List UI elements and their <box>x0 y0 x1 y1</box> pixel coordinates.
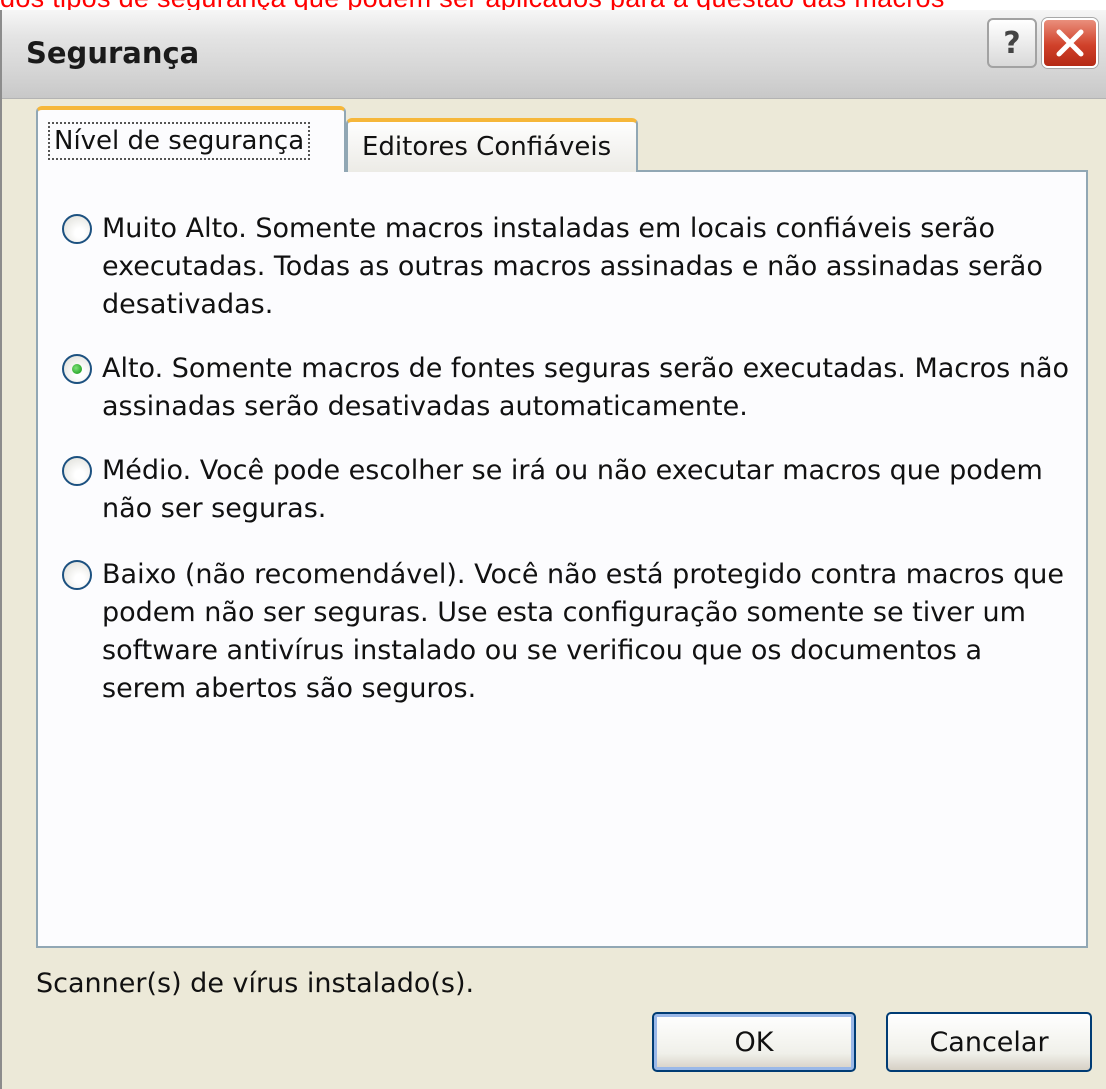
security-dialog: Segurança ? Nível de segurança Editores … <box>0 10 1106 1089</box>
option-high-label: Alto. Somente macros de fontes seguras s… <box>102 353 1070 422</box>
tab-security-level[interactable]: Nível de segurança <box>36 106 346 172</box>
tab-security-level-label: Nível de segurança <box>47 122 311 160</box>
option-very-high-label: Muito Alto. Somente macros instaladas em… <box>102 213 1043 320</box>
radio-selected-dot <box>72 364 82 374</box>
security-level-panel: Muito Alto. Somente macros instaladas em… <box>36 170 1088 948</box>
title-bar: Segurança ? <box>2 10 1106 99</box>
virus-scanner-status: Scanner(s) de vírus instalado(s). <box>36 968 475 999</box>
question-mark-icon: ? <box>1003 25 1021 61</box>
close-button[interactable] <box>1042 18 1098 68</box>
help-button[interactable]: ? <box>987 18 1037 68</box>
tab-trusted-publishers[interactable]: Editores Confiáveis <box>346 118 638 172</box>
tab-trusted-publishers-label: Editores Confiáveis <box>362 132 612 162</box>
cancel-button[interactable]: Cancelar <box>886 1012 1092 1072</box>
ok-button[interactable]: OK <box>652 1012 856 1072</box>
radio-high[interactable] <box>62 354 92 384</box>
radio-medium[interactable] <box>62 456 92 486</box>
option-medium-label: Médio. Você pode escolher se irá ou não … <box>102 455 1043 524</box>
dialog-title: Segurança <box>26 36 200 70</box>
page-caption: dos tipos de segurança que podem ser apl… <box>0 0 1106 10</box>
option-high[interactable]: Alto. Somente macros de fontes seguras s… <box>62 350 1072 426</box>
radio-low[interactable] <box>62 560 92 590</box>
option-low-label: Baixo (não recomendável). Você não está … <box>102 559 1064 704</box>
close-icon <box>1056 29 1084 57</box>
radio-very-high[interactable] <box>62 214 92 244</box>
option-medium[interactable]: Médio. Você pode escolher se irá ou não … <box>62 452 1072 528</box>
option-low[interactable]: Baixo (não recomendável). Você não está … <box>62 556 1072 708</box>
option-very-high[interactable]: Muito Alto. Somente macros instaladas em… <box>62 210 1072 324</box>
